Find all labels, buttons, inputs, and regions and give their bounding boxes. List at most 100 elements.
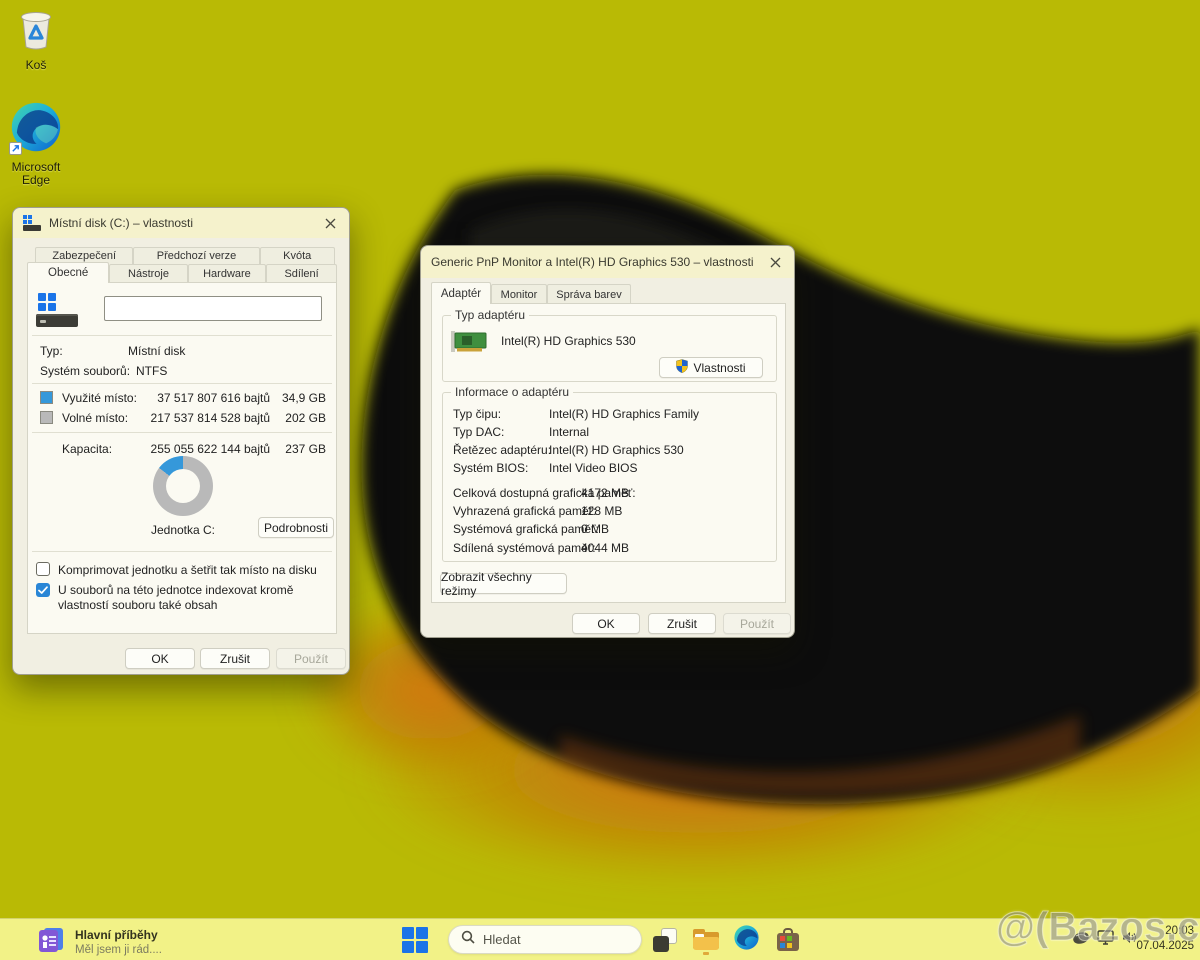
gpu-dialog-title: Generic PnP Monitor a Intel(R) HD Graphi… <box>431 255 754 269</box>
display-icon[interactable] <box>1097 930 1114 950</box>
widgets-button[interactable]: Hlavní příběhy Měl jsem ji rád.... <box>30 923 168 960</box>
tab-predchozi-verze[interactable]: Předchozí verze <box>133 247 259 264</box>
mem-shared-value: 4044 MB <box>581 541 629 555</box>
start-button[interactable] <box>400 925 430 955</box>
details-button[interactable]: Podrobnosti <box>258 517 334 538</box>
fs-value: NTFS <box>136 364 167 378</box>
bios-label: Systém BIOS: <box>453 461 528 475</box>
clock-date: 07.04.2025 <box>1136 939 1194 954</box>
divider <box>32 551 332 552</box>
adapter-name: Intel(R) HD Graphics 530 <box>501 334 636 348</box>
tab-obecne[interactable]: Obecné <box>27 262 109 283</box>
tab-sprava-barev[interactable]: Správa barev <box>547 284 631 304</box>
desktop-icon-recycle-bin[interactable]: Koš <box>10 6 62 72</box>
graphics-card-icon <box>451 328 489 359</box>
desktop-icon-edge[interactable]: Microsoft Edge <box>4 100 68 187</box>
close-icon[interactable] <box>319 213 341 233</box>
tab-monitor[interactable]: Monitor <box>491 284 547 304</box>
chip-value: Intel(R) HD Graphics Family <box>549 407 699 421</box>
gpu-properties-dialog: Generic PnP Monitor a Intel(R) HD Graphi… <box>420 245 795 638</box>
edge-icon <box>733 924 760 956</box>
file-explorer-button[interactable] <box>691 925 721 955</box>
string-value: Intel(R) HD Graphics 530 <box>549 443 684 457</box>
compress-checkbox[interactable] <box>36 562 50 576</box>
desktop-icon-label: Microsoft Edge <box>4 161 68 187</box>
search-placeholder: Hledat <box>483 932 521 947</box>
adapter-group-title: Typ adaptéru <box>451 308 529 322</box>
index-checkbox-label: U souborů na této jednotce indexovat kro… <box>58 583 330 613</box>
windows-logo-icon <box>402 927 428 953</box>
close-icon[interactable] <box>764 252 786 272</box>
volume-label-input[interactable] <box>104 296 322 321</box>
mem-system-label: Systémová grafická paměť: <box>453 522 599 536</box>
cancel-button[interactable]: Zrušit <box>200 648 270 669</box>
tab-sdileni[interactable]: Sdílení <box>266 264 337 283</box>
tab-nastroje[interactable]: Nástroje <box>109 264 187 283</box>
divider <box>32 383 332 384</box>
adapter-properties-button[interactable]: Vlastnosti <box>659 357 763 378</box>
dac-value: Internal <box>549 425 589 439</box>
search-box[interactable]: Hledat <box>448 925 642 954</box>
mem-dedicated-value: 128 MB <box>581 504 622 518</box>
free-size: 202 GB <box>285 411 326 425</box>
drive-icon <box>23 215 41 231</box>
clock-time: 20:03 <box>1136 924 1194 939</box>
edge-icon <box>9 100 63 159</box>
disk-tab-row-front: Obecné Nástroje Hardware Sdílení <box>27 264 337 283</box>
divider <box>32 432 332 433</box>
apply-button[interactable]: Použít <box>276 648 346 669</box>
tab-kvota[interactable]: Kvóta <box>260 247 336 264</box>
info-group-title: Informace o adaptéru <box>451 385 573 399</box>
desktop: Koš Microsoft Edge <box>0 0 1200 960</box>
free-label: Volné místo: <box>62 411 128 425</box>
drive-caption: Jednotka C: <box>123 523 243 537</box>
disk-general-page: Typ: Místní disk Systém souborů: NTFS Vy… <box>27 282 337 634</box>
adapter-type-group: Typ adaptéru Intel(R) HD Graphics 530 <box>442 315 777 382</box>
capacity-bytes: 255 055 622 144 bajtů <box>151 442 270 456</box>
mem-shared-label: Sdílená systémová paměť: <box>453 541 596 555</box>
store-button[interactable] <box>773 925 803 955</box>
drive-icon-large <box>36 293 80 327</box>
clock[interactable]: 20:03 07.04.2025 <box>1136 924 1194 954</box>
used-bytes: 37 517 807 616 bajtů <box>157 391 270 405</box>
disk-dialog-title: Místní disk (C:) – vlastnosti <box>49 216 193 230</box>
chip-label: Typ čipu: <box>453 407 501 421</box>
used-size: 34,9 GB <box>282 391 326 405</box>
type-value: Místní disk <box>128 344 185 358</box>
capacity-size: 237 GB <box>285 442 326 456</box>
free-space-swatch <box>40 411 53 424</box>
taskbar: Hlavní příběhy Měl jsem ji rád.... Hleda… <box>0 918 1200 960</box>
task-view-icon <box>653 928 677 952</box>
index-checkbox[interactable] <box>36 583 50 597</box>
mem-system-value: 0 MB <box>581 522 609 536</box>
gpu-tab-row: Adaptér Monitor Správa barev <box>431 284 631 304</box>
recycle-bin-icon <box>16 6 56 57</box>
gpu-adapter-page: Typ adaptéru Intel(R) HD Graphics 530 <box>431 303 786 603</box>
used-space-swatch <box>40 391 53 404</box>
ok-button[interactable]: OK <box>572 613 640 634</box>
folder-icon <box>693 929 719 951</box>
tab-adapter[interactable]: Adaptér <box>431 282 491 304</box>
tab-hardware[interactable]: Hardware <box>188 264 266 283</box>
task-view-button[interactable] <box>650 925 680 955</box>
widget-title: Hlavní příběhy <box>75 928 162 943</box>
mouse-icon[interactable] <box>1072 931 1090 950</box>
edge-button[interactable] <box>731 925 761 955</box>
ok-button[interactable]: OK <box>125 648 195 669</box>
capacity-label: Kapacita: <box>62 442 112 456</box>
cancel-button[interactable]: Zrušit <box>648 613 716 634</box>
disk-properties-dialog: Místní disk (C:) – vlastnosti Zabezpečen… <box>12 207 350 675</box>
gpu-dialog-titlebar[interactable]: Generic PnP Monitor a Intel(R) HD Graphi… <box>421 246 794 278</box>
used-label: Využité místo: <box>62 391 137 405</box>
volume-icon[interactable] <box>1121 930 1138 950</box>
apply-button[interactable]: Použít <box>723 613 791 634</box>
disk-dialog-titlebar[interactable]: Místní disk (C:) – vlastnosti <box>13 208 349 238</box>
compress-checkbox-label: Komprimovat jednotku a šetřit tak místo … <box>58 563 332 577</box>
string-label: Řetězec adaptéru: <box>453 443 551 457</box>
desktop-icon-label: Koš <box>26 59 47 72</box>
divider <box>32 335 332 336</box>
search-icon <box>461 930 475 949</box>
type-label: Typ: <box>40 344 63 358</box>
show-all-modes-button[interactable]: Zobrazit všechny režimy <box>440 573 567 594</box>
checkmark-icon <box>38 586 48 595</box>
